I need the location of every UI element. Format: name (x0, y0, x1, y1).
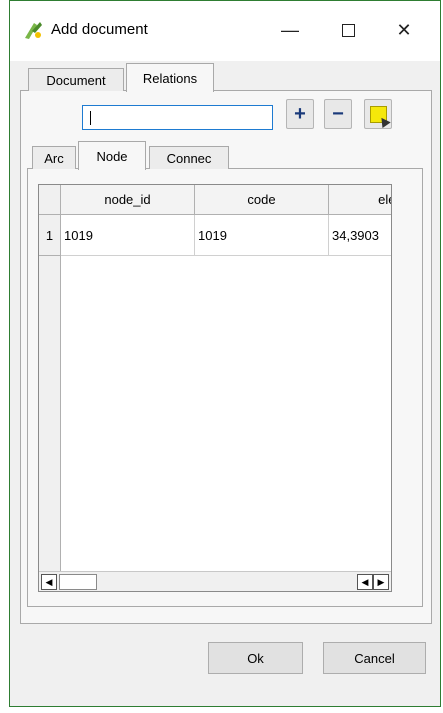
tab-arc[interactable]: Arc (32, 146, 76, 169)
close-button[interactable]: ✕ (382, 11, 426, 49)
scroll-left-icon[interactable]: ◀ (41, 574, 57, 590)
cancel-button[interactable]: Cancel (323, 642, 426, 674)
add-document-dialog: Add document — ✕ Document Relations + − … (9, 0, 441, 707)
row-header-gutter (39, 256, 61, 571)
table-cell-code[interactable]: 1019 (195, 215, 329, 256)
title-bar[interactable]: Add document — ✕ (10, 1, 440, 61)
select-feature-button[interactable] (364, 99, 392, 129)
column-header-node-id[interactable]: node_id (61, 185, 195, 215)
maximize-icon (341, 23, 355, 37)
tab-document[interactable]: Document (28, 68, 124, 91)
minimize-button[interactable]: — (268, 11, 312, 49)
tab-node[interactable]: Node (78, 141, 146, 170)
window-title: Add document (51, 21, 148, 38)
add-button[interactable]: + (286, 99, 314, 129)
column-header-elev[interactable]: elev (329, 185, 391, 215)
table-cell-node-id[interactable]: 1019 (61, 215, 195, 256)
cursor-icon (376, 114, 391, 128)
table-corner-button[interactable] (39, 185, 61, 215)
scrollbar-thumb[interactable] (59, 574, 97, 590)
column-header-code[interactable]: code (195, 185, 329, 215)
search-input[interactable] (82, 105, 273, 130)
tab-connec[interactable]: Connec (149, 146, 229, 169)
node-table[interactable]: node_id code elev 1 1019 1019 34,3903 ◀ … (38, 184, 392, 592)
select-feature-icon (369, 105, 391, 128)
row-header[interactable]: 1 (39, 215, 61, 256)
remove-button[interactable]: − (324, 99, 352, 129)
table-cell-elev[interactable]: 34,3903 (329, 215, 391, 256)
text-caret (90, 111, 91, 125)
horizontal-scrollbar[interactable]: ◀ ◀ ▶ (39, 571, 391, 591)
scroll-left-end-icon[interactable]: ◀ (357, 574, 373, 590)
tab-relations[interactable]: Relations (126, 63, 214, 92)
maximize-button[interactable] (326, 11, 370, 49)
ok-button[interactable]: Ok (208, 642, 303, 674)
scroll-right-icon[interactable]: ▶ (373, 574, 389, 590)
qgis-app-icon (25, 22, 42, 39)
